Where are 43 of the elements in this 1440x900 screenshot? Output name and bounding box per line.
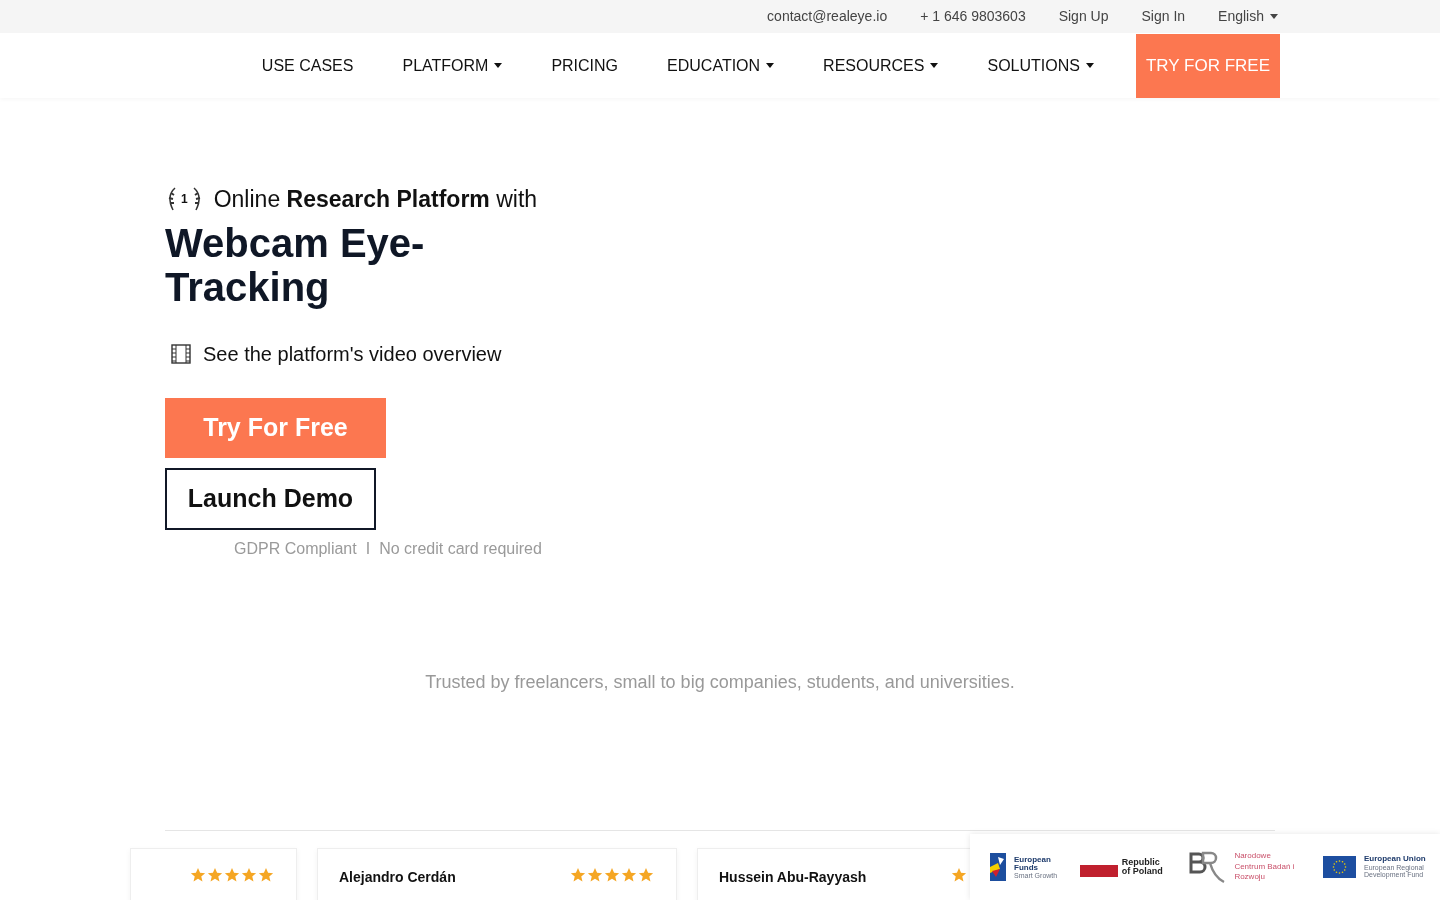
nav-link[interactable]: USE CASES <box>261 53 354 78</box>
star-icon <box>258 867 274 883</box>
star-icon <box>587 867 603 883</box>
account-link[interactable]: Sign In <box>1141 6 1186 27</box>
note-text: GDPR Compliant <box>234 538 357 559</box>
film-icon <box>171 343 191 364</box>
star-icon <box>604 867 620 883</box>
nav-link[interactable]: PRICING <box>551 53 619 78</box>
hero-title: Webcam Eye-Tracking <box>165 220 426 309</box>
note-text: I <box>365 538 371 559</box>
account-link[interactable]: Sign Up <box>1058 6 1109 27</box>
star-icon <box>638 867 654 883</box>
logo-title: Narodowe Centrum Badań i Rozwoju <box>1234 851 1296 883</box>
star-icon <box>570 867 586 883</box>
star-icon <box>951 867 967 883</box>
nav-link[interactable]: EDUCATION <box>667 53 775 78</box>
star-icon <box>621 867 637 883</box>
video-link[interactable]: See the platform's video overview <box>171 338 1440 369</box>
star-icon <box>241 867 257 883</box>
launch-demo-button[interactable]: Launch Demo <box>165 467 376 530</box>
star-icon <box>207 867 223 883</box>
trusted-text: Trusted by freelancers, small to big companies, students, and universities. <box>424 670 1016 694</box>
language-dropdown[interactable]: English <box>1218 6 1278 27</box>
logo-title: Republic of Poland <box>1121 858 1164 876</box>
flag-logo-icon <box>990 853 1006 881</box>
star-icon <box>190 867 206 883</box>
star-icon <box>224 867 240 883</box>
caret-icon <box>1270 14 1278 19</box>
note-text: No credit card required <box>379 538 542 559</box>
email-link[interactable]: contact@realeye.io <box>767 6 888 27</box>
nav-link[interactable]: RESOURCES <box>823 53 939 78</box>
logo-title: European Union <box>1363 854 1427 864</box>
reviewer-name: Hussein Abu-Rayyash <box>719 868 868 887</box>
logo-title: European Funds <box>1014 855 1050 872</box>
nav-link[interactable]: PLATFORM <box>402 53 503 78</box>
nav-link[interactable]: SOLUTIONS <box>987 53 1094 78</box>
tagline: Online Research Platform with <box>213 185 538 214</box>
reviewer-name: Alejandro Cerdán <box>339 868 457 887</box>
br-logo-icon <box>1188 850 1227 884</box>
flag-icon <box>1079 865 1118 877</box>
phone-link[interactable]: + 1 646 9803603 <box>920 6 1026 27</box>
badge-number: 1 <box>181 191 188 209</box>
eu-flag-icon <box>1322 856 1356 878</box>
